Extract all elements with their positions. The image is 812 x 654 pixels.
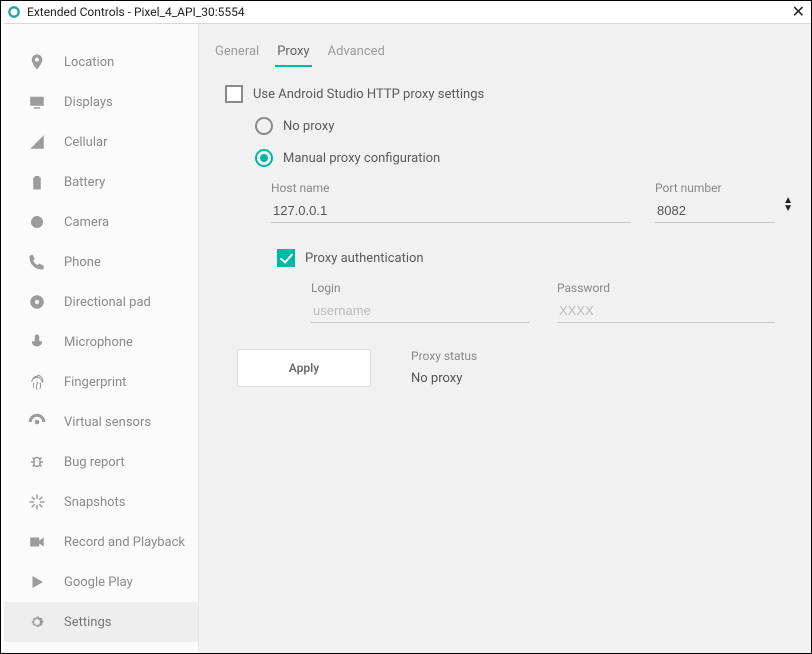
port-spinner-down-icon[interactable]: ▼ [783, 205, 793, 213]
sidebar-item-label: Record and Playback [64, 535, 185, 550]
proxy-auth-row[interactable]: Proxy authentication [277, 249, 787, 267]
use-studio-proxy-label: Use Android Studio HTTP proxy settings [253, 87, 484, 102]
login-label: Login [311, 281, 529, 295]
camera-icon [28, 213, 46, 231]
proxy-status-label: Proxy status [411, 349, 477, 363]
manual-proxy-radio[interactable] [255, 149, 273, 167]
tab-advanced[interactable]: Advanced [326, 42, 387, 67]
sidebar-item-sensors[interactable]: Virtual sensors [4, 402, 198, 442]
port-spinner[interactable]: ▲ ▼ [783, 197, 793, 213]
proxy-auth-checkbox[interactable] [277, 249, 295, 267]
sidebar-item-displays[interactable]: Displays [4, 82, 198, 122]
sidebar-item-mic[interactable]: Microphone [4, 322, 198, 362]
proxy-status-value: No proxy [411, 371, 477, 386]
proxy-auth-label: Proxy authentication [305, 251, 424, 266]
host-field: Host name [271, 181, 631, 223]
sidebar-item-label: Microphone [64, 335, 133, 350]
phone-icon [28, 253, 46, 271]
fingerprint-icon [28, 373, 46, 391]
window-close-button[interactable]: ✕ [792, 5, 805, 19]
sensors-icon [28, 413, 46, 431]
tab-general[interactable]: General [213, 42, 261, 67]
sidebar-item-label: Displays [64, 95, 113, 110]
host-label: Host name [271, 181, 631, 195]
sidebar-item-dpad[interactable]: Directional pad [4, 282, 198, 322]
snapshot-icon [28, 493, 46, 511]
sidebar-item-cellular[interactable]: Cellular [4, 122, 198, 162]
sidebar-item-settings[interactable]: Settings [4, 602, 198, 642]
tabs: General Proxy Advanced [211, 42, 787, 67]
sidebar-item-label: Virtual sensors [64, 415, 151, 430]
bug-icon [28, 453, 46, 471]
sidebar-item-fingerprint[interactable]: Fingerprint [4, 362, 198, 402]
sidebar-item-label: Snapshots [64, 495, 126, 510]
app-icon [7, 5, 21, 19]
login-input[interactable] [311, 299, 529, 323]
password-label: Password [557, 281, 775, 295]
sidebar: Location Displays Cellular Battery Camera Pho… [4, 24, 199, 653]
port-label: Port number [655, 181, 775, 195]
no-proxy-radio[interactable] [255, 117, 273, 135]
port-field: Port number ▲ ▼ [655, 181, 775, 223]
password-input[interactable] [557, 299, 775, 323]
use-studio-proxy-row[interactable]: Use Android Studio HTTP proxy settings [225, 85, 787, 103]
sidebar-item-label: Location [64, 55, 114, 70]
cellular-icon [28, 133, 46, 151]
sidebar-item-label: Directional pad [64, 295, 151, 310]
sidebar-item-play[interactable]: Google Play [4, 562, 198, 602]
sidebar-item-bug[interactable]: Bug report [4, 442, 198, 482]
content-pane: General Proxy Advanced Use Android Studio … [199, 24, 811, 653]
sidebar-item-label: Fingerprint [64, 375, 126, 390]
sidebar-item-record[interactable]: Record and Playback [4, 522, 198, 562]
password-field: Password [557, 281, 775, 323]
sidebar-item-location[interactable]: Location [4, 42, 198, 82]
sidebar-item-label: Bug report [64, 455, 125, 470]
login-field: Login [311, 281, 529, 323]
manual-proxy-label: Manual proxy configuration [283, 151, 440, 166]
proxy-form: Use Android Studio HTTP proxy settings N… [211, 85, 787, 387]
proxy-status-block: Proxy status No proxy [411, 349, 477, 386]
host-input[interactable] [271, 199, 631, 223]
sidebar-item-label: Camera [64, 215, 109, 230]
battery-icon [28, 173, 46, 191]
tab-proxy[interactable]: Proxy [275, 42, 311, 67]
port-input[interactable] [655, 199, 775, 223]
manual-proxy-row[interactable]: Manual proxy configuration [255, 149, 787, 167]
sidebar-item-label: Phone [64, 255, 101, 270]
no-proxy-row[interactable]: No proxy [255, 117, 787, 135]
dpad-icon [28, 293, 46, 311]
sidebar-item-label: Battery [64, 175, 105, 190]
apply-button[interactable]: Apply [237, 349, 371, 387]
sidebar-item-battery[interactable]: Battery [4, 162, 198, 202]
sidebar-item-camera[interactable]: Camera [4, 202, 198, 242]
window-titlebar: Extended Controls - Pixel_4_API_30:5554 … [1, 1, 811, 23]
no-proxy-label: No proxy [283, 119, 334, 134]
sidebar-item-label: Settings [64, 615, 111, 630]
use-studio-proxy-checkbox[interactable] [225, 85, 243, 103]
displays-icon [28, 93, 46, 111]
sidebar-item-label: Cellular [64, 135, 107, 150]
location-icon [28, 53, 46, 71]
sidebar-item-help[interactable]: Help [4, 642, 198, 653]
play-icon [28, 573, 46, 591]
sidebar-item-phone[interactable]: Phone [4, 242, 198, 282]
mic-icon [28, 333, 46, 351]
sidebar-item-snapshot[interactable]: Snapshots [4, 482, 198, 522]
settings-icon [28, 613, 46, 631]
window-title: Extended Controls - Pixel_4_API_30:5554 [27, 5, 245, 19]
record-icon [28, 533, 46, 551]
sidebar-item-label: Google Play [64, 575, 133, 590]
